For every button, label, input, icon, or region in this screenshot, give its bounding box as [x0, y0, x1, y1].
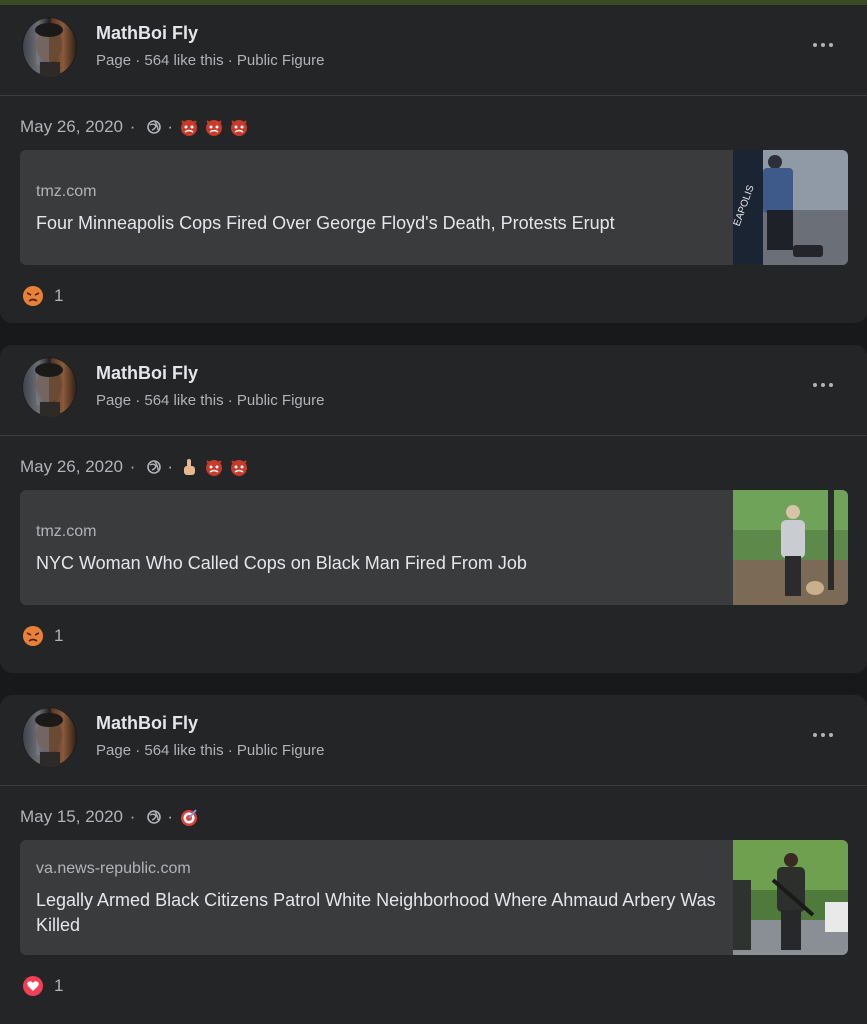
reaction-count: 1	[54, 626, 64, 645]
separator-dot: ·	[167, 807, 174, 826]
reactions-summary[interactable]: 1	[22, 624, 63, 648]
separator-dot: ·	[125, 117, 136, 136]
separator-dot: ·	[167, 457, 174, 476]
page-meta: Page · 564 like this · Public Figure	[96, 392, 325, 409]
avatar[interactable]	[22, 17, 77, 77]
angry-reaction-icon	[23, 626, 43, 646]
link-preview[interactable]: tmz.com NYC Woman Who Called Cops on Bla…	[20, 490, 848, 605]
reaction-count: 1	[54, 976, 64, 995]
post-date-row: May 26, 2020 · ·	[20, 455, 254, 479]
link-headline: Legally Armed Black Citizens Patrol Whit…	[36, 890, 716, 935]
link-thumbnail	[733, 840, 848, 955]
divider	[0, 785, 867, 786]
post-date[interactable]: May 15, 2020	[20, 807, 123, 827]
avatar[interactable]	[22, 357, 77, 417]
page-name[interactable]: MathBoi Fly	[96, 713, 198, 734]
angry-face-icon	[231, 120, 248, 136]
globe-icon[interactable]	[147, 120, 162, 134]
link-thumbnail: EAPOLIS	[733, 150, 848, 265]
separator-dot: ·	[125, 457, 136, 476]
avatar-image	[35, 713, 63, 767]
page-meta: Page · 564 like this · Public Figure	[96, 52, 325, 69]
reactions-summary[interactable]: 1	[22, 974, 63, 998]
link-headline: NYC Woman Who Called Cops on Black Man F…	[36, 553, 527, 573]
post-card: MathBoi Fly Page · 564 like this · Publi…	[0, 695, 867, 1024]
link-preview[interactable]: tmz.com Four Minneapolis Cops Fired Over…	[20, 150, 848, 265]
link-headline: Four Minneapolis Cops Fired Over George …	[36, 213, 615, 233]
link-domain: va.news-republic.com	[36, 860, 191, 877]
angry-face-icon	[206, 120, 223, 136]
post-card: MathBoi Fly Page · 564 like this · Publi…	[0, 345, 867, 673]
page-name[interactable]: MathBoi Fly	[96, 363, 198, 384]
more-options-button[interactable]	[808, 375, 838, 395]
link-preview[interactable]: va.news-republic.com Legally Armed Black…	[20, 840, 848, 955]
link-domain: tmz.com	[36, 523, 97, 540]
reaction-count: 1	[54, 286, 64, 305]
angry-face-icon	[181, 120, 198, 136]
separator-dot: ·	[125, 807, 136, 826]
divider	[0, 95, 867, 96]
reactions-summary[interactable]: 1	[22, 284, 63, 308]
page-name[interactable]: MathBoi Fly	[96, 23, 198, 44]
post-card: MathBoi Fly Page · 564 like this · Publi…	[0, 5, 867, 323]
middle-finger-icon	[184, 459, 196, 475]
angry-reaction-icon	[23, 286, 43, 306]
link-domain: tmz.com	[36, 183, 97, 200]
post-date-row: May 15, 2020 · ·	[20, 805, 204, 829]
more-options-button[interactable]	[808, 35, 838, 55]
more-options-button[interactable]	[808, 725, 838, 745]
globe-icon[interactable]	[147, 460, 162, 474]
link-thumbnail	[733, 490, 848, 605]
page-meta: Page · 564 like this · Public Figure	[96, 742, 325, 759]
love-reaction-icon	[23, 976, 43, 996]
angry-face-icon	[206, 460, 223, 476]
globe-icon[interactable]	[147, 810, 162, 824]
target-icon	[181, 809, 198, 826]
divider	[0, 435, 867, 436]
avatar-image	[35, 23, 63, 77]
post-date-row: May 26, 2020 · ·	[20, 115, 254, 139]
post-date[interactable]: May 26, 2020	[20, 457, 123, 477]
separator-dot: ·	[167, 117, 174, 136]
avatar-image	[35, 363, 63, 417]
post-date[interactable]: May 26, 2020	[20, 117, 123, 137]
angry-face-icon	[231, 460, 248, 476]
avatar[interactable]	[22, 707, 77, 767]
